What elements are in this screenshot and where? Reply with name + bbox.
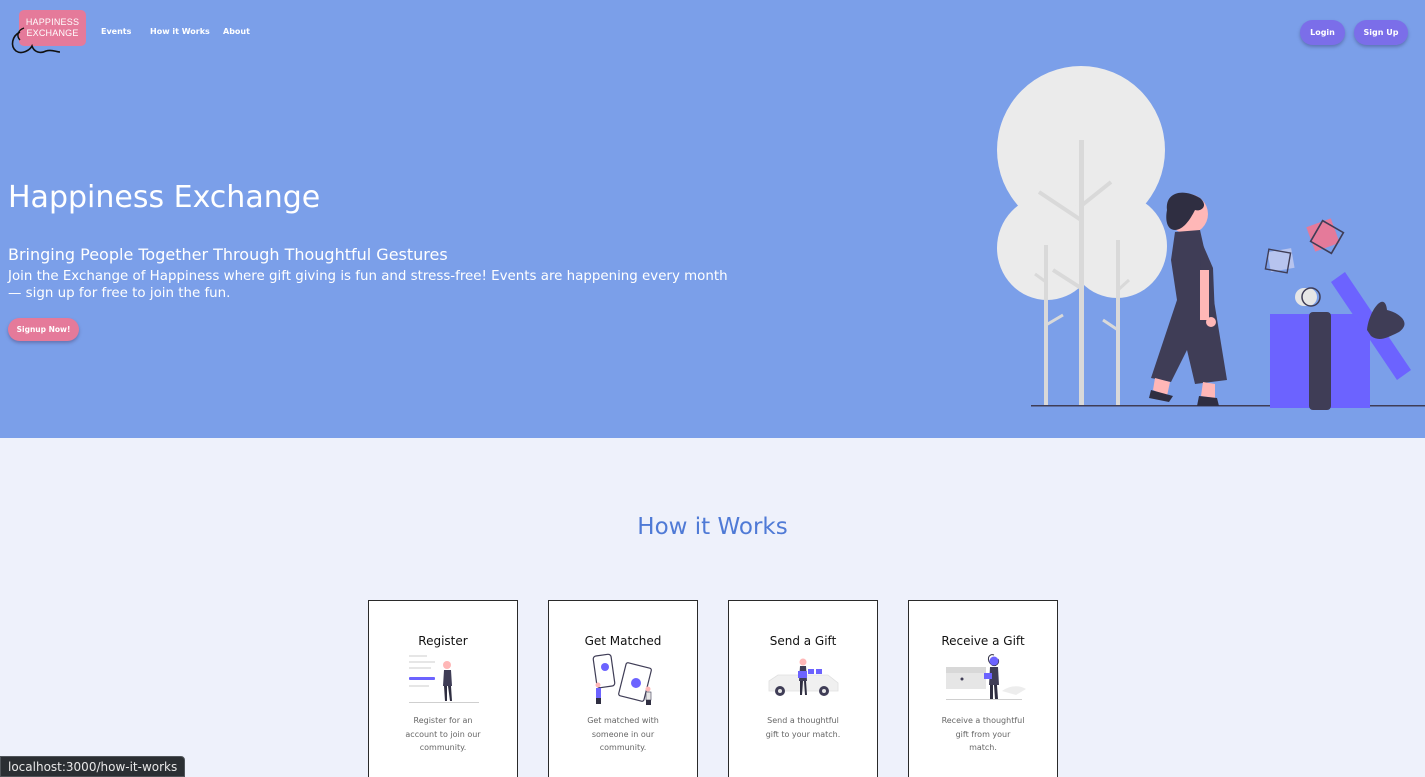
- card-title: Receive a Gift: [941, 634, 1025, 648]
- signup-now-button[interactable]: Signup Now!: [8, 318, 79, 341]
- hero-description: Join the Exchange of Happiness where gif…: [8, 269, 728, 301]
- card-title: Register: [418, 634, 468, 648]
- matched-illustration-icon: [592, 653, 652, 705]
- hero-subtitle: Bringing People Together Through Thought…: [8, 245, 448, 264]
- login-button[interactable]: Login: [1300, 20, 1345, 45]
- logo-swoosh-icon: [11, 27, 61, 54]
- step-card-register: Register Register for an account to join…: [368, 600, 518, 777]
- card-description: Get matched with someone in our communit…: [587, 716, 659, 752]
- brand-logo[interactable]: HAPPINESS EXCHANGE: [10, 10, 88, 56]
- browser-status-url: localhost:3000/how-it-works: [0, 756, 186, 777]
- receive-gift-illustration-icon: [946, 654, 1026, 700]
- how-it-works-title: How it Works: [637, 514, 788, 540]
- card-description: Send a thoughtful gift to your match.: [765, 716, 841, 739]
- hero-title: Happiness Exchange: [8, 180, 321, 215]
- gift-hero-illustration-icon: [997, 66, 1425, 410]
- nav-link-how-it-works[interactable]: How it Works: [150, 27, 210, 36]
- send-gift-illustration-icon: [768, 658, 839, 696]
- nav-link-events[interactable]: Events: [101, 27, 131, 36]
- hero-section: HAPPINESS EXCHANGE Events How it Works A…: [0, 0, 1425, 438]
- register-illustration-icon: [409, 655, 479, 703]
- card-description: Register for an account to join our comm…: [405, 716, 481, 752]
- card-title: Send a Gift: [769, 634, 837, 648]
- signup-button[interactable]: Sign Up: [1354, 20, 1408, 45]
- step-card-get-matched: Get Matched Get matched with someone in …: [548, 600, 698, 777]
- card-description: Receive a thoughtful gift from your matc…: [941, 716, 1025, 752]
- card-title: Get Matched: [584, 634, 662, 648]
- step-card-send-gift: Send a Gift Send a thoughtful gift to yo…: [728, 600, 878, 777]
- nav-link-about[interactable]: About: [223, 27, 250, 36]
- step-card-receive-gift: Receive a Gift Receive a thoughtful gift…: [908, 600, 1058, 777]
